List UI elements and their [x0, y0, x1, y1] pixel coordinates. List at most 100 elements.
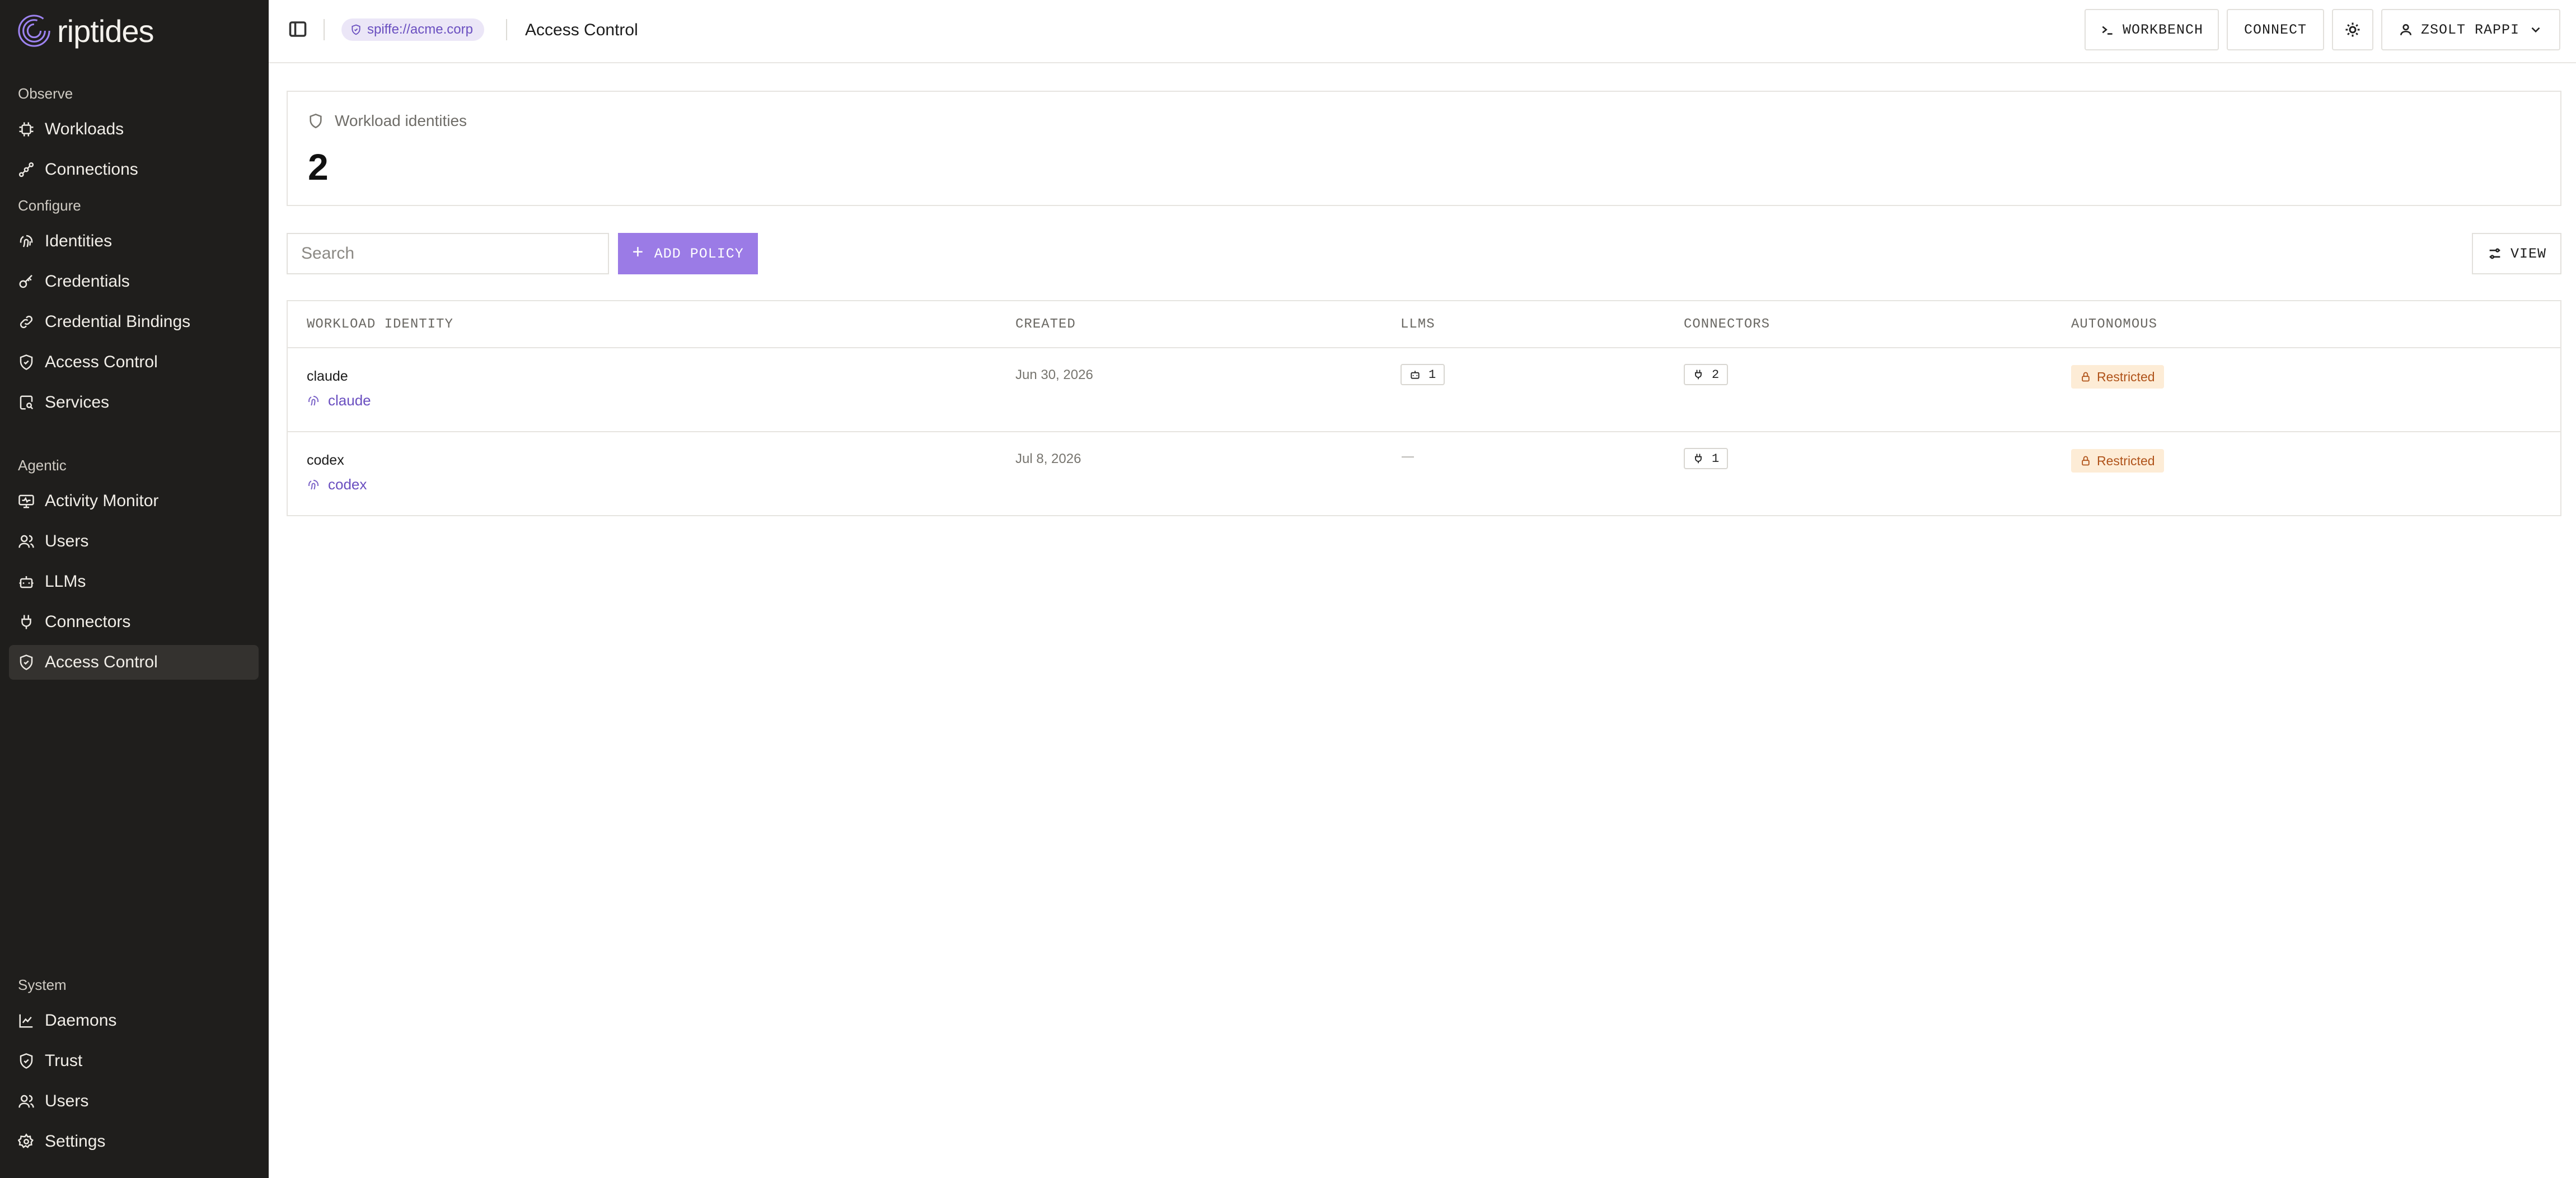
divider — [324, 19, 325, 40]
section-label-agentic: Agentic — [18, 457, 67, 474]
row-connectors-count: 2 — [1684, 364, 1729, 385]
sidebar-item-activity-monitor[interactable]: Activity Monitor — [9, 484, 259, 518]
table-row[interactable]: claude claude Jun 30, 2026 1 2 Restricte… — [288, 348, 2560, 432]
sidebar-item-identities[interactable]: Identities — [9, 224, 259, 259]
plug-icon — [18, 614, 35, 630]
row-created: Jul 8, 2026 — [1015, 451, 1081, 466]
row-created: Jun 30, 2026 — [1015, 367, 1093, 382]
riptides-logo-icon — [18, 15, 50, 47]
sidebar-toggle-button[interactable] — [288, 19, 310, 41]
terminal-icon — [2102, 26, 2113, 35]
brand-name: riptides — [57, 13, 154, 49]
lock-icon — [2082, 456, 2090, 466]
sidebar-item-users-agentic[interactable]: Users — [9, 524, 259, 559]
shield-check-icon — [18, 654, 35, 671]
section-label-observe: Observe — [18, 85, 73, 102]
column-header-connectors[interactable]: CONNECTORS — [1684, 317, 1770, 332]
key-icon — [18, 273, 35, 290]
table-header: WORKLOAD IDENTITY CREATED LLMS CONNECTOR… — [288, 301, 2560, 348]
row-llms-value: 1 — [1428, 367, 1436, 382]
table-row[interactable]: codex codex Jul 8, 2026 — 1 Restricted — [288, 432, 2560, 516]
policies-table: WORKLOAD IDENTITY CREATED LLMS CONNECTOR… — [287, 300, 2561, 516]
status-badge: Restricted — [2071, 449, 2164, 473]
sidebar-item-trust[interactable]: Trust — [9, 1044, 259, 1078]
sidebar-item-label: Access Control — [45, 653, 158, 671]
workbench-button[interactable]: WORKBENCH — [2085, 9, 2219, 50]
page-title: Access Control — [525, 21, 638, 39]
divider — [506, 19, 507, 40]
plug-icon — [1695, 454, 1702, 464]
workbench-label: WORKBENCH — [2122, 21, 2204, 38]
sidebar-item-settings[interactable]: Settings — [9, 1124, 259, 1159]
sidebar-item-label: Credential Bindings — [45, 312, 191, 331]
sidebar-item-llms[interactable]: LLMs — [9, 564, 259, 599]
summary-card: Workload identities 2 — [287, 91, 2561, 206]
sidebar-item-workloads[interactable]: Workloads — [9, 112, 259, 147]
sidebar-item-label: Settings — [45, 1132, 106, 1151]
row-name: codex — [307, 452, 344, 468]
sidebar-item-daemons[interactable]: Daemons — [9, 1003, 259, 1038]
summary-label-text: Workload identities — [335, 112, 467, 129]
sidebar-item-label: Credentials — [45, 272, 130, 291]
row-connectors-value: 1 — [1712, 451, 1720, 466]
column-header-created[interactable]: CREATED — [1015, 317, 1076, 332]
users-icon — [18, 533, 35, 550]
sidebar-item-label: Users — [45, 1092, 89, 1110]
sidebar-item-connections[interactable]: Connections — [9, 152, 259, 187]
row-connectors-value: 2 — [1712, 367, 1720, 382]
plus-icon: + — [632, 243, 644, 264]
sidebar-item-label: Users — [45, 532, 89, 550]
chart-line-icon — [18, 1012, 35, 1029]
sidebar-item-credential-bindings[interactable]: Credential Bindings — [9, 305, 259, 339]
sidebar-item-label: Trust — [45, 1051, 83, 1070]
column-header-workload-identity[interactable]: WORKLOAD IDENTITY — [307, 317, 453, 332]
sidebar-item-users-system[interactable]: Users — [9, 1084, 259, 1119]
shield-icon — [352, 24, 360, 35]
column-header-autonomous[interactable]: AUTONOMOUS — [2071, 317, 2157, 332]
view-options-button[interactable]: VIEW — [2472, 233, 2561, 274]
sidebar: riptides Observe Workloads Connections C… — [0, 0, 269, 1178]
sidebar-item-label: Connections — [45, 160, 138, 179]
shield-icon — [310, 113, 322, 129]
sidebar-item-credentials[interactable]: Credentials — [9, 264, 259, 299]
sidebar-item-label: Services — [45, 393, 110, 412]
sidebar-item-connectors[interactable]: Connectors — [9, 605, 259, 639]
connections-icon — [18, 161, 35, 178]
connect-button[interactable]: CONNECT — [2227, 9, 2324, 50]
section-label-configure: Configure — [18, 197, 81, 214]
add-policy-button[interactable]: + ADD POLICY — [618, 233, 758, 274]
sidebar-item-services[interactable]: Services — [9, 385, 259, 420]
sun-icon — [2345, 22, 2360, 37]
row-identity-link[interactable]: claude — [307, 392, 371, 409]
status-badge: Restricted — [2071, 365, 2164, 389]
lock-icon — [2082, 372, 2090, 382]
user-icon — [2400, 24, 2411, 35]
panel-left-icon — [289, 21, 307, 37]
fingerprint-icon — [18, 233, 35, 250]
brand-logo[interactable]: riptides — [17, 12, 154, 49]
trust-domain-badge[interactable]: spiffe://acme.corp — [341, 18, 484, 41]
shield-icon — [18, 1053, 35, 1069]
sidebar-item-access-control-config[interactable]: Access Control — [9, 345, 259, 380]
theme-toggle-button[interactable] — [2332, 9, 2373, 50]
status-text: Restricted — [2097, 453, 2155, 468]
row-identity-text: codex — [328, 476, 367, 493]
column-header-llms[interactable]: LLMS — [1401, 317, 1435, 332]
cpu-icon — [18, 121, 35, 138]
bot-icon — [1411, 371, 1420, 379]
row-connectors-count: 1 — [1684, 448, 1729, 469]
chevron-down-icon — [2531, 27, 2540, 33]
view-label: VIEW — [2510, 245, 2546, 262]
top-bar: spiffe://acme.corp Access Control WORKBE… — [269, 0, 2576, 63]
link-icon — [18, 314, 35, 330]
sidebar-item-label: Workloads — [45, 120, 124, 138]
sidebar-item-access-control-agentic[interactable]: Access Control — [9, 645, 259, 680]
summary-value: 2 — [308, 146, 329, 188]
row-identity-link[interactable]: codex — [307, 476, 367, 493]
connect-label: CONNECT — [2244, 21, 2307, 38]
user-menu-button[interactable]: ZSOLT RAPPI — [2381, 9, 2560, 50]
sidebar-item-label: Activity Monitor — [45, 492, 159, 510]
status-text: Restricted — [2097, 369, 2155, 384]
sidebar-item-label: Daemons — [45, 1011, 117, 1030]
search-input[interactable] — [287, 233, 609, 274]
